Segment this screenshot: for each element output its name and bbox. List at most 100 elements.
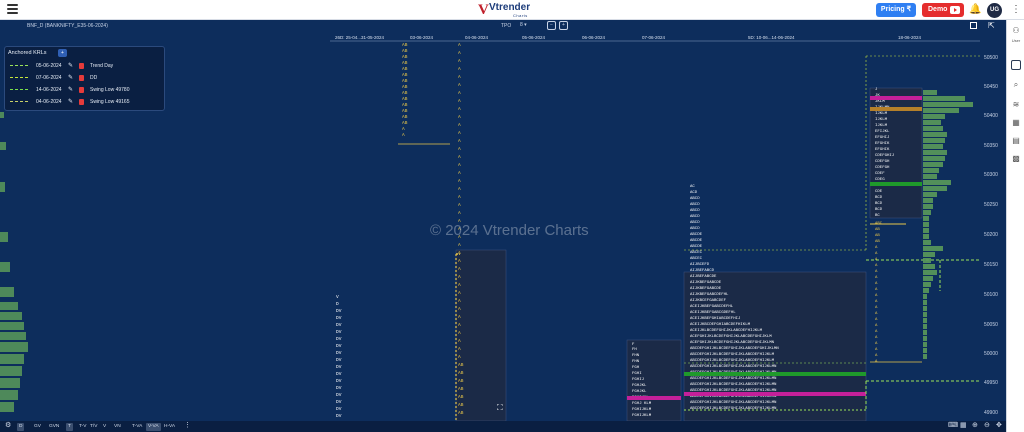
svg-text:DV: DV <box>336 413 342 419</box>
layers-icon[interactable]: ≋ <box>1011 100 1021 110</box>
add-krl-button[interactable]: + <box>58 49 67 57</box>
price-label: 49900 <box>984 410 998 416</box>
svg-text:A: A <box>458 186 461 192</box>
save-icon[interactable] <box>970 22 977 29</box>
svg-text:ACEIJKBCDEFGHIABCDEFHIKLM: ACEIJKBCDEFGHIABCDEFHIKLM <box>690 323 751 327</box>
svg-text:AB: AB <box>402 102 408 108</box>
svg-text:A: A <box>875 300 878 304</box>
svg-text:FHN: FHN <box>632 354 640 358</box>
svg-text:DV: DV <box>336 406 342 412</box>
svg-text:A: A <box>458 314 461 320</box>
user-icon[interactable]: ⚇ <box>1011 26 1021 36</box>
svg-text:AB: AB <box>875 240 880 244</box>
svg-text:ACEIJKLBCDEFGHIJKLABCDEFHIJKLM: ACEIJKLBCDEFGHIJKLABCDEFHIJKLM <box>690 329 763 333</box>
svg-text:ACEFGHIJKLBCDEFGHIJKLABCDEFGHI: ACEFGHIJKLBCDEFGHIJKLABCDEFGHIJKLMN <box>690 341 775 345</box>
menu-icon[interactable] <box>7 4 18 15</box>
settings-icon[interactable]: ⚙ <box>3 422 13 430</box>
day-18-06-volume-profile <box>923 90 973 359</box>
svg-text:ABCD: ABCD <box>690 215 700 219</box>
svg-text:ACEIJKBEFGABCGDEFHL: ACEIJKBEFGABCGDEFHL <box>690 311 736 315</box>
krl-row[interactable]: 07-06-2024 ✎ DD <box>10 74 160 82</box>
edit-icon[interactable]: ✎ <box>68 98 73 105</box>
svg-text:AB: AB <box>402 42 408 48</box>
view-mode-button[interactable]: VN <box>112 423 123 431</box>
svg-text:DV: DV <box>336 378 342 384</box>
svg-text:A: A <box>875 246 878 250</box>
svg-text:AB: AB <box>875 228 880 232</box>
edit-icon[interactable]: ✎ <box>68 86 73 93</box>
view-mode-button[interactable]: T-VA <box>130 423 144 431</box>
svg-text:A: A <box>875 264 878 268</box>
price-axis <box>980 32 1006 421</box>
svg-text:A: A <box>458 82 461 88</box>
collapse-icon[interactable]: ⇱ <box>988 21 995 30</box>
svg-text:FHN: FHN <box>632 360 640 364</box>
svg-text:A: A <box>875 294 878 298</box>
svg-text:AB: AB <box>402 54 408 60</box>
svg-text:DV: DV <box>336 392 342 398</box>
delete-icon[interactable] <box>79 87 84 93</box>
focus-icon: ⛶ <box>496 403 503 412</box>
svg-text:CDEG: CDEG <box>875 178 885 182</box>
more-options-icon[interactable]: ⋮ <box>1011 3 1021 17</box>
svg-text:EFIJKL: EFIJKL <box>875 130 890 134</box>
svg-text:A: A <box>875 324 878 328</box>
delete-icon[interactable] <box>79 75 84 81</box>
chart-panel-icon[interactable] <box>1011 60 1021 70</box>
view-mode-button[interactable]: GV <box>32 423 43 431</box>
svg-text:A: A <box>458 274 461 280</box>
chart-toolbar: BNF_D (BANKNIFTY_E35-06-2024) TPO 8 ▾ − … <box>0 20 1006 32</box>
view-mode-button[interactable]: GVN <box>47 423 61 431</box>
grid-large-icon[interactable]: ▩ <box>1011 154 1021 164</box>
more-icon[interactable]: ⋮ <box>182 422 193 430</box>
right-rail: ⚇ User ⌕ ≋ ▦ ▤ ▩ <box>1006 20 1024 432</box>
table-icon[interactable]: ▤ <box>1011 136 1021 146</box>
svg-text:A: A <box>875 336 878 340</box>
tpo-size-select[interactable]: 8 ▾ <box>520 22 544 30</box>
grid-icon[interactable]: ▦ <box>1011 118 1021 128</box>
edit-icon[interactable]: ✎ <box>68 62 73 69</box>
price-label: 50500 <box>984 55 998 61</box>
tpo-increase-button[interactable]: + <box>559 21 568 30</box>
view-mode-button[interactable]: V <box>101 423 108 431</box>
svg-text:AB: AB <box>458 410 464 416</box>
view-mode-button[interactable]: D <box>17 423 25 431</box>
delete-icon[interactable] <box>79 99 84 105</box>
krl-line-swatch <box>10 89 28 90</box>
view-mode-button[interactable]: T-V <box>77 423 88 431</box>
delete-icon[interactable] <box>79 63 84 69</box>
svg-text:FH: FH <box>632 348 637 352</box>
svg-text:V: V <box>336 294 339 300</box>
bell-icon[interactable]: 🔔 <box>969 4 981 15</box>
svg-text:AB: AB <box>458 378 464 384</box>
svg-text:DV: DV <box>336 308 342 314</box>
svg-text:AB: AB <box>402 96 408 102</box>
pan-icon[interactable]: ✥ <box>994 422 1004 430</box>
tpo-decrease-button[interactable]: − <box>547 21 556 30</box>
zoom-in-icon[interactable]: ⊕ <box>970 422 980 430</box>
view-mode-button[interactable]: V-VA <box>146 423 161 431</box>
grid-view-icon[interactable]: ▦ <box>958 422 969 430</box>
svg-text:A: A <box>458 50 461 56</box>
pricing-button[interactable]: Pricing ₹ <box>876 3 916 17</box>
krl-row[interactable]: 04-06-2024 ✎ Swing Low 49165 <box>10 98 160 106</box>
view-mode-button[interactable]: T/V <box>88 423 99 431</box>
svg-text:AIJBEFABCD: AIJBEFABCD <box>690 269 715 273</box>
svg-text:CDEFGHIJ: CDEFGHIJ <box>875 154 894 158</box>
svg-text:ABCEC: ABCEC <box>690 257 703 261</box>
edit-icon[interactable]: ✎ <box>68 74 73 81</box>
view-mode-button[interactable]: T <box>66 423 73 431</box>
view-mode-button[interactable]: H-VA <box>162 423 177 431</box>
svg-text:A: A <box>458 250 461 256</box>
avatar[interactable]: UG <box>987 3 1002 18</box>
svg-text:DV: DV <box>336 350 342 356</box>
krl-line-swatch <box>10 65 28 66</box>
svg-text:DV: DV <box>336 315 342 321</box>
krl-row[interactable]: 14-06-2024 ✎ Swing Low 49780 <box>10 86 160 94</box>
zoom-out-icon[interactable]: ⊖ <box>982 422 992 430</box>
compare-icon[interactable]: ⌕ <box>1011 80 1021 90</box>
svg-text:EFGHIJ: EFGHIJ <box>875 136 889 140</box>
left-volume-profile <box>0 112 28 412</box>
demo-button[interactable]: Demo <box>922 3 964 17</box>
krl-row[interactable]: 05-06-2024 ✎ Trend Day <box>10 62 160 70</box>
